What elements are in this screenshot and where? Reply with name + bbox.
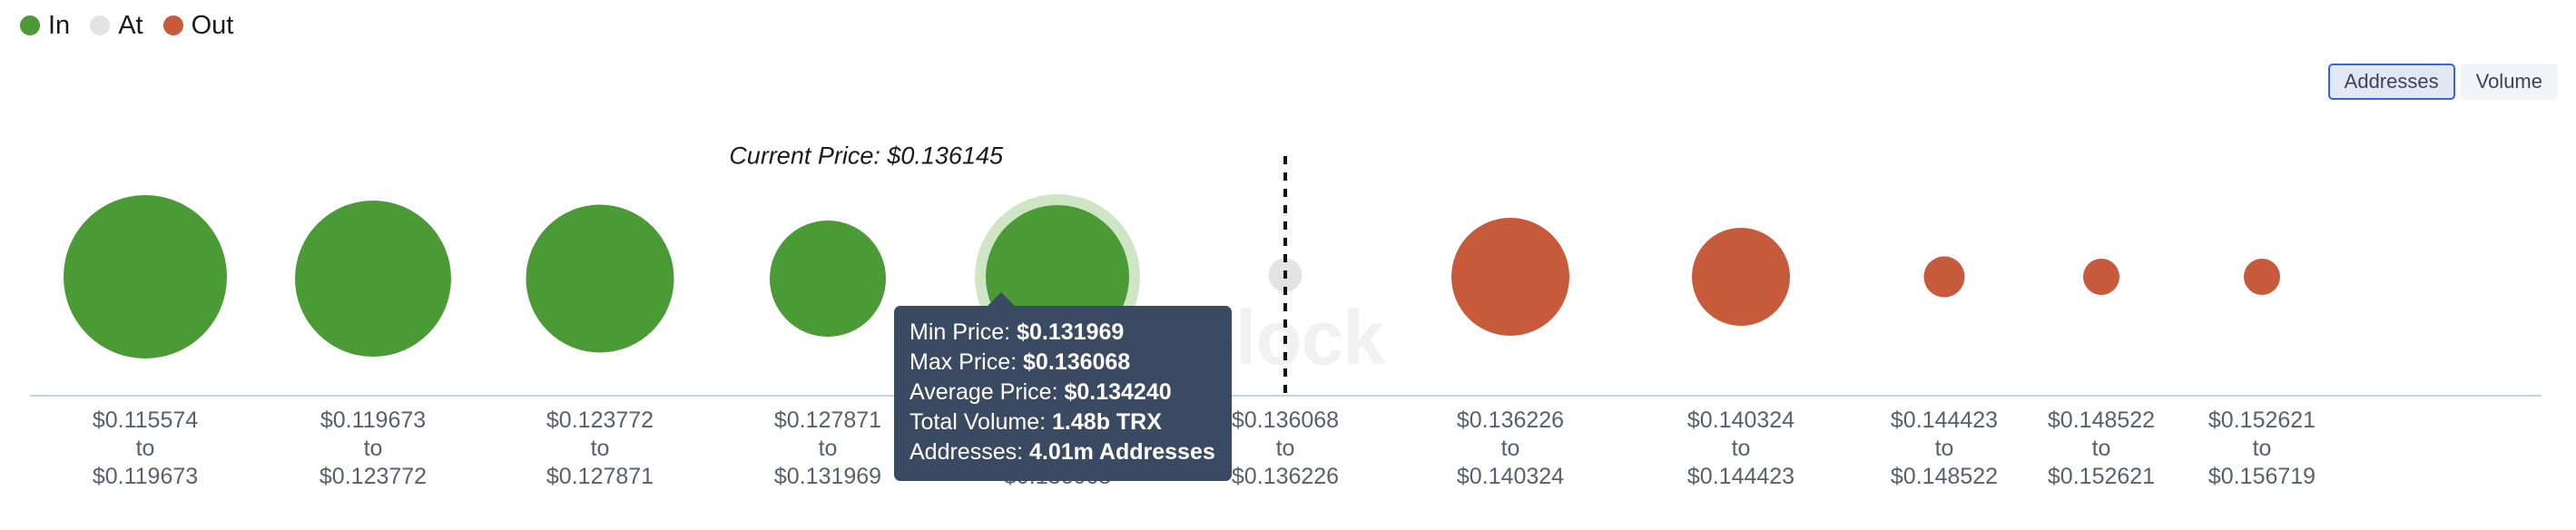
tick-range-separator: to (1731, 436, 1751, 461)
tooltip-row: Total Volume: 1.48b TRX (909, 407, 1216, 437)
tick-range-from: $0.119673 (320, 407, 427, 433)
current-price-marker-line (1283, 156, 1287, 394)
tick-range-from: $0.136226 (1456, 407, 1565, 433)
bubble-in[interactable] (295, 201, 451, 357)
tick-range-from: $0.152621 (2207, 407, 2316, 433)
x-tick-label: $0.119673 to $0.123772 (320, 407, 427, 491)
bubble-in[interactable] (770, 221, 886, 337)
tick-range-separator: to (2091, 436, 2111, 461)
tick-range-to: $0.148522 (1890, 464, 1999, 489)
x-axis-line (30, 395, 2542, 397)
x-tick-label: $0.148522 to $0.152621 (2048, 407, 2155, 491)
bubble-out[interactable] (1451, 218, 1569, 336)
tick-range-separator: to (135, 436, 155, 461)
tooltip-row: Addresses: 4.01m Addresses (909, 437, 1216, 467)
tick-range-separator: to (363, 436, 383, 461)
tooltip-row-value: 1.48b TRX (1052, 409, 1162, 435)
tooltip-row-key: Total Volume: (909, 409, 1053, 435)
tick-range-separator: to (2252, 436, 2272, 461)
bubble-in[interactable] (526, 204, 674, 353)
tick-range-to: $0.119673 (92, 464, 199, 489)
x-tick-label: $0.144423 to $0.148522 (1891, 407, 1998, 491)
bubble-plot: TheBlock Current Price: $0.136145 $0.115… (0, 0, 2576, 530)
tick-range-to: $0.131969 (773, 464, 882, 489)
tick-range-to: $0.144423 (1686, 464, 1795, 489)
tooltip-row-key: Max Price: (909, 349, 1024, 375)
tooltip-row-value: $0.136068 (1023, 349, 1131, 375)
tooltip-row-key: Average Price: (909, 379, 1065, 405)
tick-range-from: $0.127871 (773, 407, 882, 433)
bubble-tooltip: Min Price: $0.131969 Max Price: $0.136068… (894, 306, 1232, 481)
x-tick-label: $0.115574 to $0.119673 (93, 407, 198, 491)
tick-range-separator: to (1500, 436, 1520, 461)
tooltip-row: Max Price: $0.136068 (909, 348, 1216, 378)
tick-range-from: $0.123772 (546, 407, 654, 433)
tick-range-from: $0.140324 (1686, 407, 1795, 433)
tooltip-row: Average Price: $0.134240 (909, 378, 1216, 407)
tick-range-to: $0.156719 (2207, 464, 2316, 489)
tooltip-row-value: $0.134240 (1064, 379, 1172, 405)
x-tick-label: $0.136226 to $0.140324 (1457, 407, 1564, 491)
bubble-out[interactable] (1692, 228, 1790, 326)
tick-range-from: $0.136068 (1231, 407, 1340, 433)
tick-range-to: $0.152621 (2047, 464, 2156, 489)
x-tick-label: $0.136068 to $0.136226 (1232, 407, 1339, 491)
x-tick-label: $0.123772 to $0.127871 (546, 407, 654, 491)
tick-range-separator: to (590, 436, 610, 461)
tooltip-arrow-icon (986, 292, 1017, 308)
tooltip-row: Min Price: $0.131969 (909, 318, 1216, 348)
tick-range-separator: to (818, 436, 838, 461)
x-tick-label: $0.127871 to $0.131969 (774, 407, 881, 491)
current-price-label: Current Price: $0.136145 (729, 142, 1003, 170)
tick-range-to: $0.127871 (546, 464, 654, 489)
tooltip-row-value: $0.131969 (1017, 319, 1125, 345)
chart-root: InAtOut Addresses Volume TheBlock Curren… (0, 0, 2576, 530)
tooltip-row-value: 4.01m Addresses (1029, 439, 1215, 465)
tick-range-to: $0.140324 (1456, 464, 1565, 489)
bubble-out[interactable] (1923, 256, 1965, 298)
tick-range-to: $0.136226 (1231, 464, 1340, 489)
bubble-in[interactable] (64, 195, 227, 358)
bubble-out[interactable] (2244, 259, 2280, 295)
x-tick-label: $0.140324 to $0.144423 (1687, 407, 1794, 491)
tick-range-from: $0.144423 (1890, 407, 1999, 433)
tick-range-from: $0.148522 (2047, 407, 2156, 433)
tooltip-row-key: Addresses: (909, 439, 1030, 465)
x-tick-label: $0.152621 to $0.156719 (2208, 407, 2315, 491)
tick-range-to: $0.123772 (319, 464, 428, 489)
tick-range-separator: to (1275, 436, 1295, 461)
tick-range-from: $0.115574 (92, 407, 199, 433)
bubble-out[interactable] (2083, 259, 2119, 295)
tick-range-separator: to (1934, 436, 1954, 461)
tooltip-row-key: Min Price: (909, 319, 1018, 345)
